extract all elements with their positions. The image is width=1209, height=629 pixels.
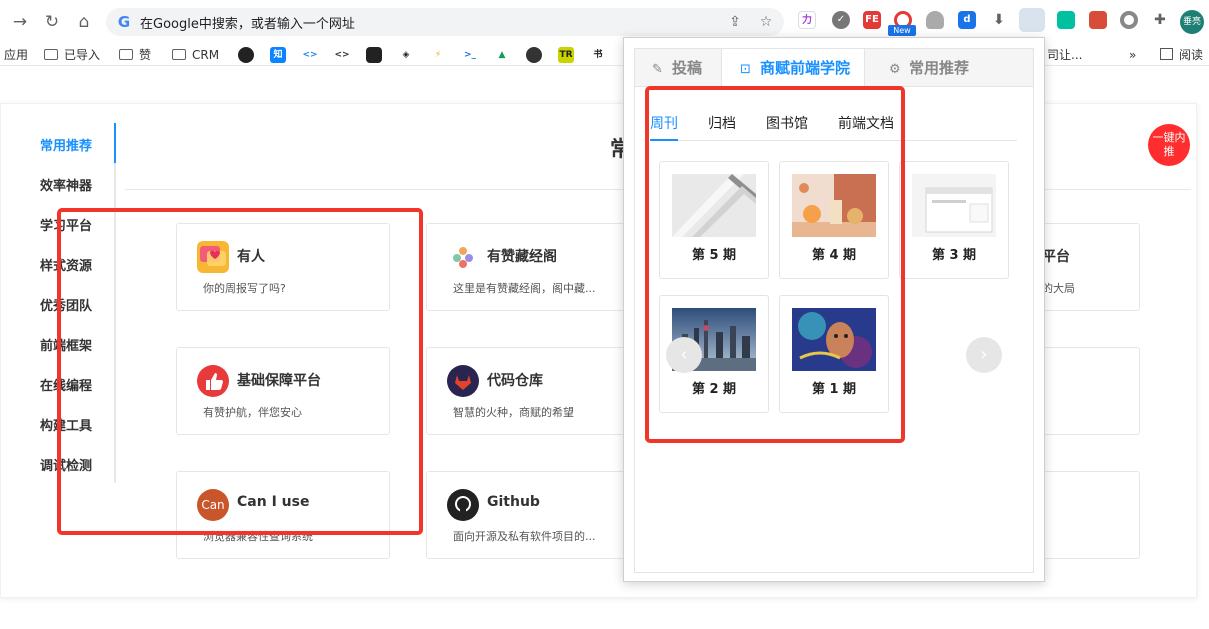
site-card-github[interactable]: Github 面向开源及私有软件项目的... bbox=[426, 471, 640, 559]
sidebar-active-indicator bbox=[114, 123, 116, 163]
folder-icon bbox=[44, 49, 58, 60]
popup-tab-bar: ✎ 投稿 ⊡ 商赋前端学院 ⚙ 常用推荐 bbox=[635, 49, 1033, 88]
terminal-bookmark-icon[interactable]: >_ bbox=[462, 47, 478, 63]
site-card-partial-2[interactable] bbox=[1045, 347, 1140, 435]
forward-arrow-icon[interactable]: → bbox=[8, 10, 32, 34]
code-bookmark-icon[interactable]: <> bbox=[302, 47, 318, 63]
bookmark-apps[interactable]: 应用 bbox=[4, 46, 28, 64]
folder-icon bbox=[119, 49, 133, 60]
issue-card-3[interactable]: 第 3 期 bbox=[899, 161, 1009, 279]
extension-li-icon[interactable]: 力 bbox=[798, 11, 816, 29]
sidebar-item-efficiency[interactable]: 效率神器 bbox=[40, 175, 92, 194]
card-title: 有赞藏经阁 bbox=[487, 249, 557, 265]
circle-bookmark-icon[interactable] bbox=[366, 47, 382, 63]
issue-label: 第 3 期 bbox=[931, 248, 977, 263]
puzzle-extensions-icon[interactable]: ✚ bbox=[1151, 11, 1169, 29]
tab-frontend-academy[interactable]: ⊡ 商赋前端学院 bbox=[721, 49, 866, 88]
site-card-partial-1[interactable]: 平台 的大局 bbox=[1042, 223, 1140, 311]
extension-green-icon[interactable] bbox=[1057, 11, 1075, 29]
extension-fe-icon[interactable]: FE bbox=[863, 11, 881, 29]
bookmark-folder-imported[interactable]: 已导入 bbox=[44, 46, 100, 64]
highlight-box-popup bbox=[645, 86, 905, 443]
bookmark-folder-zan[interactable]: 赞 bbox=[119, 46, 151, 64]
reading-list[interactable]: 阅读 bbox=[1160, 46, 1203, 64]
bookmark-truncated[interactable]: 司让... bbox=[1047, 46, 1082, 64]
globe-bookmark-icon[interactable] bbox=[526, 47, 542, 63]
address-bar[interactable]: G 在Google中搜索，或者输入一个网址 ⇪ ☆ bbox=[106, 8, 784, 36]
lightning-bookmark-icon[interactable]: ⚡ bbox=[430, 47, 446, 63]
card-title: 代码仓库 bbox=[487, 373, 543, 389]
card-title: Github bbox=[487, 494, 540, 510]
github-bookmark-icon[interactable] bbox=[238, 47, 254, 63]
codepen-bookmark-icon[interactable]: ◈ bbox=[398, 47, 414, 63]
site-card-code-repo[interactable]: 代码仓库 智慧的火种，商赋的希望 bbox=[426, 347, 640, 435]
site-card-partial-3[interactable] bbox=[1045, 471, 1140, 559]
google-icon: G bbox=[117, 13, 131, 31]
gitlab-icon bbox=[447, 365, 479, 397]
gear-icon: ⚙ bbox=[889, 62, 901, 77]
extension-toolbox-icon[interactable] bbox=[1089, 11, 1107, 29]
issue-cover-image bbox=[912, 174, 996, 237]
pencil-icon: ✎ bbox=[652, 62, 663, 77]
extension-pin-icon[interactable]: ✓ bbox=[832, 11, 850, 29]
card-description: 这里是有赞藏经阁，阁中藏... bbox=[453, 282, 596, 295]
carousel-next-button[interactable]: › bbox=[966, 337, 1002, 373]
bookmark-star-icon[interactable]: ☆ bbox=[757, 13, 775, 31]
address-bar-text: 在Google中搜索，或者输入一个网址 bbox=[140, 17, 355, 32]
calligraphy-bookmark-icon[interactable]: 书 bbox=[590, 47, 606, 63]
referral-button[interactable]: 一键内推 bbox=[1148, 124, 1190, 166]
github-icon bbox=[447, 489, 479, 521]
tab-submit[interactable]: ✎ 投稿 bbox=[652, 49, 702, 87]
extension-d-icon[interactable]: d bbox=[958, 11, 976, 29]
code-tags-bookmark-icon[interactable]: <> bbox=[334, 47, 350, 63]
new-badge: New bbox=[888, 25, 916, 36]
folder-icon bbox=[172, 49, 186, 60]
zhihu-bookmark-icon[interactable]: 知 bbox=[270, 47, 286, 63]
sidebar-item-common[interactable]: 常用推荐 bbox=[40, 135, 92, 154]
card-description: 智慧的火种，商赋的希望 bbox=[453, 406, 574, 419]
tab-recommendations[interactable]: ⚙ 常用推荐 bbox=[889, 49, 969, 87]
card-description: 面向开源及私有软件项目的... bbox=[453, 530, 596, 543]
site-card-youzan-library[interactable]: 有赞藏经阁 这里是有赞藏经阁，阁中藏... bbox=[426, 223, 640, 311]
extension-active-icon[interactable] bbox=[1019, 8, 1045, 32]
bookmark-folder-crm[interactable]: CRM bbox=[172, 46, 219, 64]
box-icon: ⊡ bbox=[740, 62, 751, 77]
google-drive-bookmark-icon[interactable]: ▲ bbox=[494, 47, 510, 63]
extension-circle-icon[interactable] bbox=[1120, 11, 1138, 29]
highlight-box-left bbox=[57, 208, 423, 535]
card-title: 平台 bbox=[1042, 249, 1070, 265]
extension-shield-icon[interactable] bbox=[926, 11, 944, 29]
home-icon[interactable]: ⌂ bbox=[72, 10, 96, 34]
card-description: 的大局 bbox=[1042, 282, 1075, 295]
youzan-library-icon bbox=[447, 241, 479, 273]
share-icon[interactable]: ⇪ bbox=[726, 13, 744, 31]
bookmarks-overflow-icon[interactable]: » bbox=[1129, 46, 1136, 64]
reload-icon[interactable]: ↻ bbox=[40, 10, 64, 34]
profile-avatar[interactable]: 垂亮 bbox=[1180, 10, 1204, 34]
download-icon[interactable]: ⬇ bbox=[990, 11, 1008, 29]
reading-list-icon bbox=[1160, 48, 1173, 60]
tr-bookmark-icon[interactable]: TR bbox=[558, 47, 574, 63]
